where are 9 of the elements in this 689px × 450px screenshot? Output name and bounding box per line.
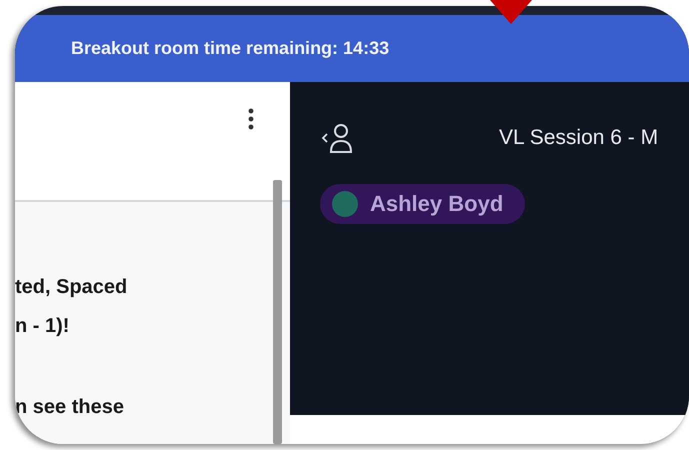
message-text: ted, Spaced — [15, 276, 128, 300]
more-options-icon[interactable] — [248, 108, 254, 130]
participant-chip[interactable]: Ashley Boyd — [320, 184, 526, 224]
pointer-arrow-icon — [490, 0, 532, 24]
scrollbar[interactable] — [273, 180, 282, 444]
message-text: n - 1)! — [15, 315, 70, 339]
session-title: VL Session 6 - M — [499, 126, 658, 150]
time-remaining-text: Breakout room time remaining: 14:33 — [71, 38, 390, 59]
message-text: n see these — [15, 396, 125, 420]
